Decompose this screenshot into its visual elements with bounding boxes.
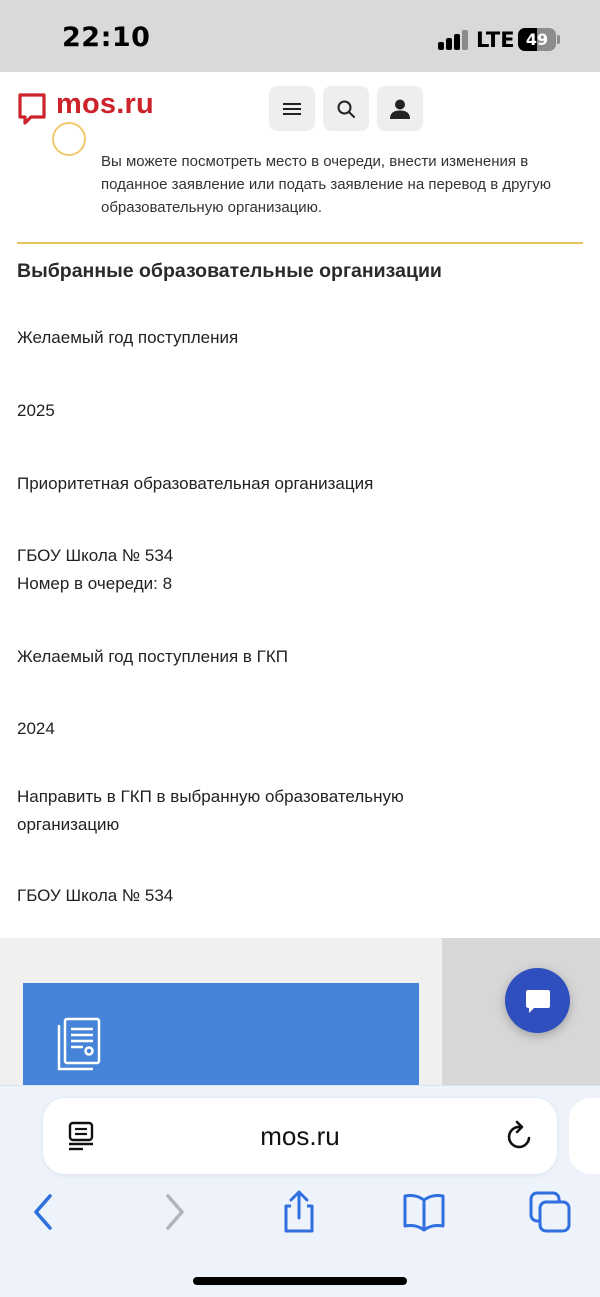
share-icon[interactable] [277,1190,321,1234]
home-indicator [193,1277,407,1285]
status-circle-icon [52,122,86,156]
signal-icon [438,30,470,50]
field-value: 2025 [17,401,55,420]
network-label: LTE [476,28,515,52]
menu-button[interactable] [269,86,315,131]
menu-icon [283,102,301,115]
battery-level: 49 [525,30,549,49]
next-tab-preview[interactable] [569,1098,600,1174]
queue-number: Номер в очереди: 8 [17,574,173,593]
search-button[interactable] [323,86,369,131]
section-divider [17,242,583,244]
forward-icon[interactable] [152,1190,196,1234]
battery-icon: 49 [518,28,556,51]
status-bar: 22:10 LTE 49 [0,0,600,72]
search-icon [337,100,355,118]
field-value: ГБОУ Школа № 534 [17,546,174,565]
main-content: Вы можете посмотреть место в очереди, вн… [0,122,600,938]
url-text[interactable]: mos.ru [43,1098,557,1174]
document-icon [57,1017,101,1071]
field-value: 2024 [17,719,55,738]
logo-icon[interactable] [17,92,47,126]
user-icon [390,99,410,119]
site-header: mos.ru [0,72,600,144]
chat-button[interactable] [505,968,570,1033]
logo-text[interactable]: mos.ru [56,88,154,121]
field-label: Направить в ГКП в выбранную образователь… [17,787,404,834]
battery-cap [557,35,560,44]
back-icon[interactable] [22,1190,66,1234]
field-label: Желаемый год поступления [17,328,239,347]
tabs-icon[interactable] [528,1190,572,1234]
address-bar[interactable]: mos.ru [43,1098,557,1174]
field-label: Желаемый год поступления в ГКП [17,647,288,666]
section-title: Выбранные образовательные организации [17,260,442,282]
reload-icon[interactable] [505,1120,535,1152]
field-label: Приоритетная образовательная организация [17,474,374,493]
bookmarks-icon[interactable] [402,1190,446,1234]
notice-text: Вы можете посмотреть место в очереди, вн… [101,153,552,216]
field-value: ГБОУ Школа № 534 [17,886,174,905]
profile-button[interactable] [377,86,423,131]
browser-toolbar: mos.ru [0,1085,600,1297]
status-time: 22:10 [62,22,151,53]
chat-icon [525,989,550,1013]
